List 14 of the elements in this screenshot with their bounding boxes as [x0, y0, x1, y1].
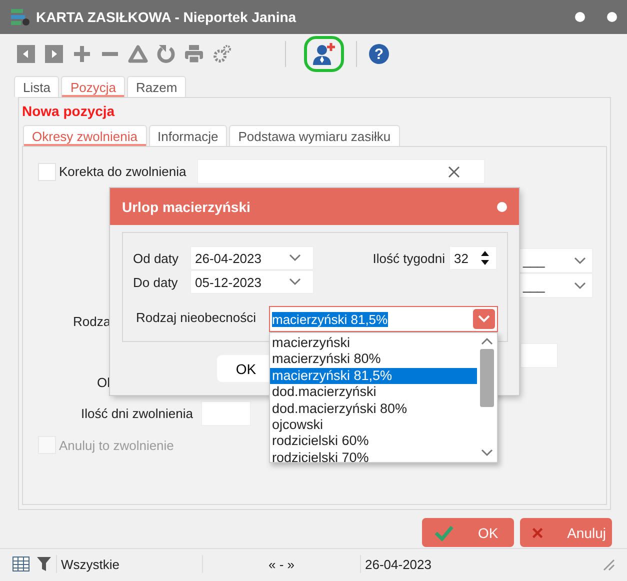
- field-label: Do daty: [133, 274, 179, 290]
- field-label: Rodzaj nieobecności: [136, 310, 256, 325]
- checkbox-label: Korekta do zwolnienia: [59, 164, 186, 179]
- dialog-title: Urlop macierzyński: [122, 198, 250, 214]
- field-label: Rodza: [73, 314, 111, 330]
- section-title: Nowa pozycja: [22, 103, 116, 121]
- field-label: Ol: [97, 375, 110, 391]
- checkbox-label: Anuluj to zwolnienie: [59, 438, 174, 452]
- status-date: 26-04-2023: [365, 556, 432, 572]
- window-title: KARTA ZASIŁKOWA - Nieportek Janina: [36, 9, 298, 25]
- field-label: Od daty: [133, 250, 180, 266]
- filter-label: Wszystkie: [61, 556, 120, 572]
- field-label: Ilość dni zwolnienia: [80, 406, 193, 421]
- field-label: Ilość tygodni: [372, 250, 445, 266]
